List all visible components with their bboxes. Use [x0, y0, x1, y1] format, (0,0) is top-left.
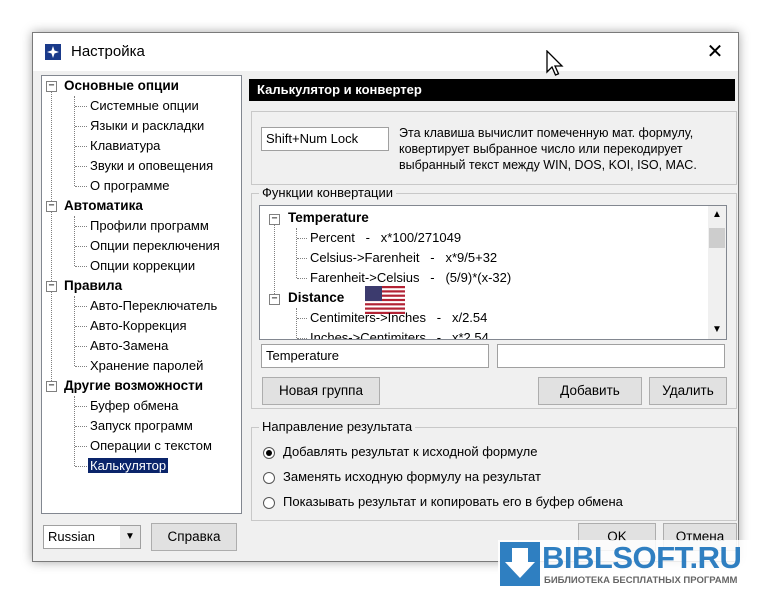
add-button[interactable]: Добавить [538, 377, 642, 405]
tree-item-auto-replace[interactable]: Авто-Замена [90, 336, 168, 356]
tree-connector [75, 106, 87, 107]
tree-connector [297, 238, 307, 239]
delete-button[interactable]: Удалить [649, 377, 727, 405]
settings-tree[interactable]: − Основные опции Системные опции Языки и… [41, 75, 242, 514]
tree-branch-line [74, 96, 75, 186]
conversion-group-temperature[interactable]: Temperature [288, 208, 369, 228]
tree-root-line [274, 220, 275, 296]
tree-connector [297, 278, 307, 279]
group-name-field[interactable]: Temperature [261, 344, 489, 368]
tree-connector [75, 366, 87, 367]
panel-title: Калькулятор и конвертер [249, 79, 735, 101]
tree-connector [75, 406, 87, 407]
watermark-tagline: БИБЛИОТЕКА БЕСПЛАТНЫХ ПРОГРАММ [544, 575, 738, 586]
conversion-list[interactable]: − Temperature Percent - x*100/271049 Cel… [259, 205, 727, 340]
tree-item-system-options[interactable]: Системные опции [90, 96, 199, 116]
tree-item-keyboard[interactable]: Клавиатура [90, 136, 160, 156]
tree-item-clipboard[interactable]: Буфер обмена [90, 396, 178, 416]
scroll-down-icon[interactable]: ▼ [708, 321, 726, 339]
tree-connector [75, 326, 87, 327]
collapse-icon[interactable]: − [269, 294, 280, 305]
tree-root-line [51, 87, 52, 389]
tree-item-auto-switcher[interactable]: Авто-Переключатель [90, 296, 217, 316]
conversion-item[interactable]: Farenheit->Celsius - (5/9)*(x-32) [310, 268, 511, 288]
radio-show-label: Показывать результат и копировать его в … [283, 494, 623, 509]
tree-connector [75, 306, 87, 307]
scroll-thumb[interactable] [709, 228, 725, 248]
close-button[interactable]: ✕ [692, 33, 738, 71]
watermark: BIBLSOFT.RU БИБЛИОТЕКА БЕСПЛАТНЫХ ПРОГРА… [498, 540, 764, 590]
app-icon [45, 44, 61, 60]
tree-branch-line [74, 216, 75, 266]
tree-item-passwords[interactable]: Хранение паролей [90, 356, 203, 376]
tree-connector [297, 258, 307, 259]
radio-append-label: Добавлять результат к исходной формуле [283, 444, 538, 459]
tree-branch-line [296, 228, 297, 278]
tree-item-program-profiles[interactable]: Профили программ [90, 216, 209, 236]
tree-item-languages[interactable]: Языки и раскладки [90, 116, 204, 136]
collapse-icon[interactable]: − [269, 214, 280, 225]
settings-window: Настройка ✕ − Основные опции Системные о… [32, 32, 739, 562]
collapse-icon[interactable]: − [46, 201, 57, 212]
tree-item-launch-programs[interactable]: Запуск программ [90, 416, 193, 436]
window-title: Настройка [71, 43, 145, 60]
tree-category-main[interactable]: Основные опции [64, 76, 179, 96]
tree-item-auto-correction[interactable]: Авто-Коррекция [90, 316, 187, 336]
scroll-up-icon[interactable]: ▲ [708, 206, 726, 224]
formula-field[interactable] [497, 344, 725, 368]
tree-connector [75, 246, 87, 247]
tree-connector [75, 146, 87, 147]
radio-show-and-copy[interactable] [263, 497, 275, 509]
collapse-icon[interactable]: − [46, 281, 57, 292]
title-bar[interactable]: Настройка ✕ [33, 33, 738, 71]
chevron-down-icon[interactable]: ▼ [120, 526, 140, 548]
language-select[interactable]: Russian ▼ [43, 525, 141, 549]
tree-connector [75, 126, 87, 127]
tree-connector [75, 446, 87, 447]
close-icon: ✕ [706, 41, 724, 63]
tree-item-sounds[interactable]: Звуки и оповещения [90, 156, 213, 176]
tree-item-correction-options[interactable]: Опции коррекции [90, 256, 195, 276]
watermark-site: BIBLSOFT.RU [542, 540, 742, 575]
conversion-legend: Функции конвертации [259, 185, 397, 200]
hotkey-description: Эта клавиша вычислит помеченную мат. фор… [399, 126, 697, 172]
conversion-item[interactable]: Celsius->Farenheit - x*9/5+32 [310, 248, 497, 268]
download-icon [500, 542, 540, 586]
conversion-group-distance[interactable]: Distance [288, 288, 344, 308]
tree-connector [75, 226, 87, 227]
tree-connector [297, 318, 307, 319]
tree-connector [75, 426, 87, 427]
mouse-cursor-icon [546, 50, 564, 76]
tree-category-other[interactable]: Другие возможности [64, 376, 203, 396]
help-button[interactable]: Справка [151, 523, 237, 551]
tree-category-automation[interactable]: Автоматика [64, 196, 143, 216]
tree-connector [75, 266, 87, 267]
tree-item-about[interactable]: О программе [90, 176, 170, 196]
tree-connector [297, 338, 307, 339]
conversion-scrollbar[interactable]: ▲ ▼ [708, 206, 726, 339]
language-value: Russian [48, 529, 95, 544]
tree-branch-line [296, 308, 297, 338]
result-legend: Направление результата [259, 419, 416, 434]
collapse-icon[interactable]: − [46, 81, 57, 92]
collapse-icon[interactable]: − [46, 381, 57, 392]
hotkey-field[interactable]: Shift+Num Lock [261, 127, 389, 151]
tree-connector [75, 346, 87, 347]
tree-item-switch-options[interactable]: Опции переключения [90, 236, 220, 256]
conversion-item[interactable]: Inches->Centimiters - x*2.54 [310, 328, 489, 339]
radio-append-result[interactable] [263, 447, 275, 459]
radio-replace-formula[interactable] [263, 472, 275, 484]
new-group-button[interactable]: Новая группа [262, 377, 380, 405]
radio-replace-label: Заменять исходную формулу на результат [283, 469, 541, 484]
tree-connector [75, 166, 87, 167]
tree-connector [75, 186, 87, 187]
conversion-item[interactable]: Percent - x*100/271049 [310, 228, 461, 248]
tree-category-rules[interactable]: Правила [64, 276, 122, 296]
tree-connector [75, 466, 87, 467]
tree-item-text-operations[interactable]: Операции с текстом [90, 436, 212, 456]
tree-item-calculator[interactable]: Калькулятор [88, 458, 169, 473]
conversion-item[interactable]: Centimiters->Inches - x/2.54 [310, 308, 487, 328]
